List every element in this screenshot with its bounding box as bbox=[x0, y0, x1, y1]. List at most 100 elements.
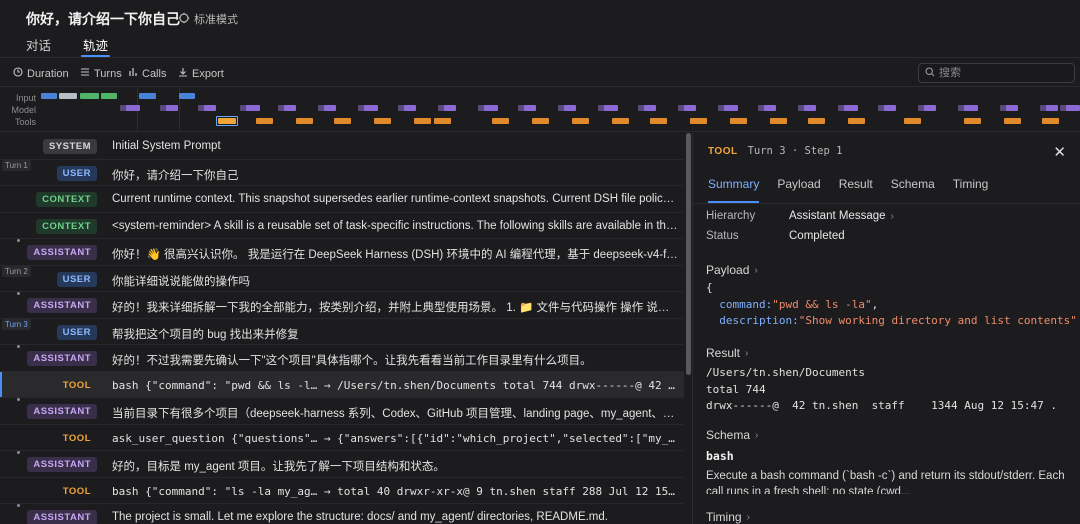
trace-row[interactable]: Turn 1 USER 你好，请介绍一下你自己 bbox=[0, 159, 684, 186]
trace-row[interactable]: TOOL bash {"command": "pwd && ls -l… → /U… bbox=[0, 371, 684, 398]
timeline-tool-span[interactable] bbox=[334, 118, 351, 124]
timeline-input-span[interactable] bbox=[139, 93, 156, 99]
timeline-tool-span[interactable] bbox=[904, 118, 921, 124]
close-icon[interactable]: ✕ bbox=[1053, 143, 1066, 161]
timeline-model-span[interactable] bbox=[804, 105, 816, 111]
timeline-input-span[interactable] bbox=[41, 93, 57, 99]
schema-description: Execute a bash command (`bash -c`) and r… bbox=[706, 470, 1065, 494]
turns-button[interactable]: Turns bbox=[80, 67, 122, 80]
timeline-tool-span[interactable] bbox=[572, 118, 589, 124]
trace-row[interactable]: Turn 2 USER 你能详细说说能做的操作吗 bbox=[0, 265, 684, 292]
scrollbar-thumb[interactable] bbox=[686, 133, 691, 375]
trace-row[interactable]: TOOL ask_user_question {"questions"… → {"… bbox=[0, 425, 684, 451]
timeline-model-span[interactable] bbox=[524, 105, 536, 111]
hierarchy-link[interactable]: Assistant Message › bbox=[789, 210, 894, 222]
timeline-tool-span[interactable] bbox=[1042, 118, 1059, 124]
timeline-model-span[interactable] bbox=[284, 105, 296, 111]
timeline-model-span[interactable] bbox=[1066, 105, 1080, 111]
search-box[interactable] bbox=[918, 63, 1075, 83]
search-input[interactable] bbox=[939, 67, 1059, 79]
timeline-tool-span[interactable] bbox=[808, 118, 825, 124]
timeline-tool-span[interactable] bbox=[690, 118, 707, 124]
result-section-header[interactable]: Result › bbox=[706, 346, 748, 360]
timeline-tool-span[interactable] bbox=[296, 118, 313, 124]
timeline-tool-span[interactable] bbox=[434, 118, 451, 124]
payload-key-description: description: bbox=[719, 314, 799, 327]
trace-row[interactable]: SYSTEM Initial System Prompt bbox=[0, 133, 684, 160]
tab-summary[interactable]: Summary bbox=[708, 177, 760, 203]
bars-icon bbox=[128, 67, 138, 80]
timeline-model-span[interactable] bbox=[764, 105, 776, 111]
timeline-tool-span[interactable] bbox=[374, 118, 391, 124]
tab-conversation[interactable]: 对话 bbox=[26, 35, 51, 57]
timing-section-header[interactable]: Timing › bbox=[706, 510, 750, 524]
timeline-model-span[interactable] bbox=[246, 105, 260, 111]
trace-row[interactable]: ASSISTANT 你好！👋 很高兴认识你。 我是运行在 DeepSeek Har… bbox=[0, 239, 684, 266]
timeline-tool-span[interactable] bbox=[848, 118, 865, 124]
timeline-input-span[interactable] bbox=[59, 93, 77, 99]
timeline-input-span[interactable] bbox=[179, 93, 195, 99]
result-code: /Users/tn.shen/Documents total 744 drwx-… bbox=[706, 365, 1057, 415]
timeline-model-span[interactable] bbox=[126, 105, 140, 111]
list-scrollbar[interactable] bbox=[685, 133, 691, 524]
timeline-model-span[interactable] bbox=[404, 105, 416, 111]
timeline-tool-span[interactable] bbox=[612, 118, 629, 124]
timeline-model-span[interactable] bbox=[844, 105, 858, 111]
trace-row[interactable]: ASSISTANT 当前目录下有很多个项目（deepseek-harness 系列… bbox=[0, 398, 684, 425]
tab-timing[interactable]: Timing bbox=[953, 177, 989, 197]
tab-trajectory[interactable]: 轨迹 bbox=[81, 35, 111, 57]
calls-button[interactable]: Calls bbox=[128, 67, 166, 80]
timeline-tool-span[interactable] bbox=[650, 118, 667, 124]
timeline-model-span[interactable] bbox=[604, 105, 618, 111]
tab-payload[interactable]: Payload bbox=[777, 177, 820, 197]
timeline-model-span[interactable] bbox=[324, 105, 336, 111]
tool-badge: TOOL bbox=[62, 485, 91, 497]
duration-button[interactable]: Duration bbox=[13, 67, 69, 80]
timeline-model-span[interactable] bbox=[884, 105, 896, 111]
hierarchy-label: Hierarchy bbox=[706, 210, 756, 222]
timeline-model-span[interactable] bbox=[484, 105, 498, 111]
timeline-model-span[interactable] bbox=[684, 105, 696, 111]
mode-indicator[interactable]: 标准模式 bbox=[178, 11, 238, 27]
trace-row[interactable]: ASSISTANT 好的！我来详细拆解一下我的全部能力，按类别介绍，并附上典型使用… bbox=[0, 292, 684, 319]
timeline-tool-span[interactable] bbox=[770, 118, 787, 124]
timeline-model-span[interactable] bbox=[644, 105, 656, 111]
trace-row[interactable]: ASSISTANT 好的！不过我需要先确认一下"这个项目"具体指哪个。让我先看看当… bbox=[0, 345, 684, 372]
trace-row[interactable]: CONTEXT Current runtime context. This sna… bbox=[0, 186, 684, 213]
timeline-model-span[interactable] bbox=[724, 105, 738, 111]
timeline-model-span[interactable] bbox=[564, 105, 576, 111]
trace-row[interactable]: ASSISTANT The project is small. Let me ex… bbox=[0, 504, 684, 524]
timeline-input-span[interactable] bbox=[101, 93, 117, 99]
tab-result[interactable]: Result bbox=[839, 177, 873, 197]
trace-row[interactable]: Turn 3 USER 帮我把这个项目的 bug 找出来并修复 bbox=[0, 318, 684, 345]
timeline-tool-span[interactable] bbox=[256, 118, 273, 124]
detail-step-label: Turn 3 · Step 1 bbox=[747, 145, 843, 157]
timeline-tool-span[interactable] bbox=[964, 118, 981, 124]
payload-section-header[interactable]: Payload › bbox=[706, 263, 758, 277]
timeline-model-span[interactable] bbox=[964, 105, 978, 111]
timeline-model-span[interactable] bbox=[1006, 105, 1018, 111]
schema-section-header[interactable]: Schema › bbox=[706, 428, 758, 442]
timeline-input-span[interactable] bbox=[80, 93, 99, 99]
timeline-model-span[interactable] bbox=[1046, 105, 1058, 111]
timeline[interactable]: Input Model Tools bbox=[0, 88, 1080, 132]
timeline-model-span[interactable] bbox=[166, 105, 178, 111]
timeline-model-span[interactable] bbox=[444, 105, 456, 111]
tab-schema[interactable]: Schema bbox=[891, 177, 935, 197]
timeline-model-span[interactable] bbox=[204, 105, 216, 111]
trace-row[interactable]: CONTEXT <system-reminder> A skill is a re… bbox=[0, 213, 684, 239]
user-badge: USER bbox=[56, 324, 97, 340]
timeline-tool-span[interactable] bbox=[414, 118, 431, 124]
timeline-tool-span[interactable] bbox=[532, 118, 549, 124]
timeline-model-span[interactable] bbox=[924, 105, 936, 111]
trace-row[interactable]: ASSISTANT 好的，目标是 my_agent 项目。让我先了解一下项目结构和… bbox=[0, 451, 684, 478]
timeline-tool-span[interactable] bbox=[492, 118, 509, 124]
trace-row[interactable]: TOOL bash {"command": "ls -la my_ag… → to… bbox=[0, 478, 684, 504]
export-button[interactable]: Export bbox=[178, 67, 224, 80]
timeline-tool-span[interactable] bbox=[1004, 118, 1021, 124]
timeline-tool-span[interactable] bbox=[730, 118, 747, 124]
connector-dot bbox=[17, 504, 20, 507]
timeline-model-span[interactable] bbox=[364, 105, 378, 111]
mode-label: 标准模式 bbox=[194, 14, 238, 26]
chevron-right-icon: › bbox=[745, 347, 749, 359]
